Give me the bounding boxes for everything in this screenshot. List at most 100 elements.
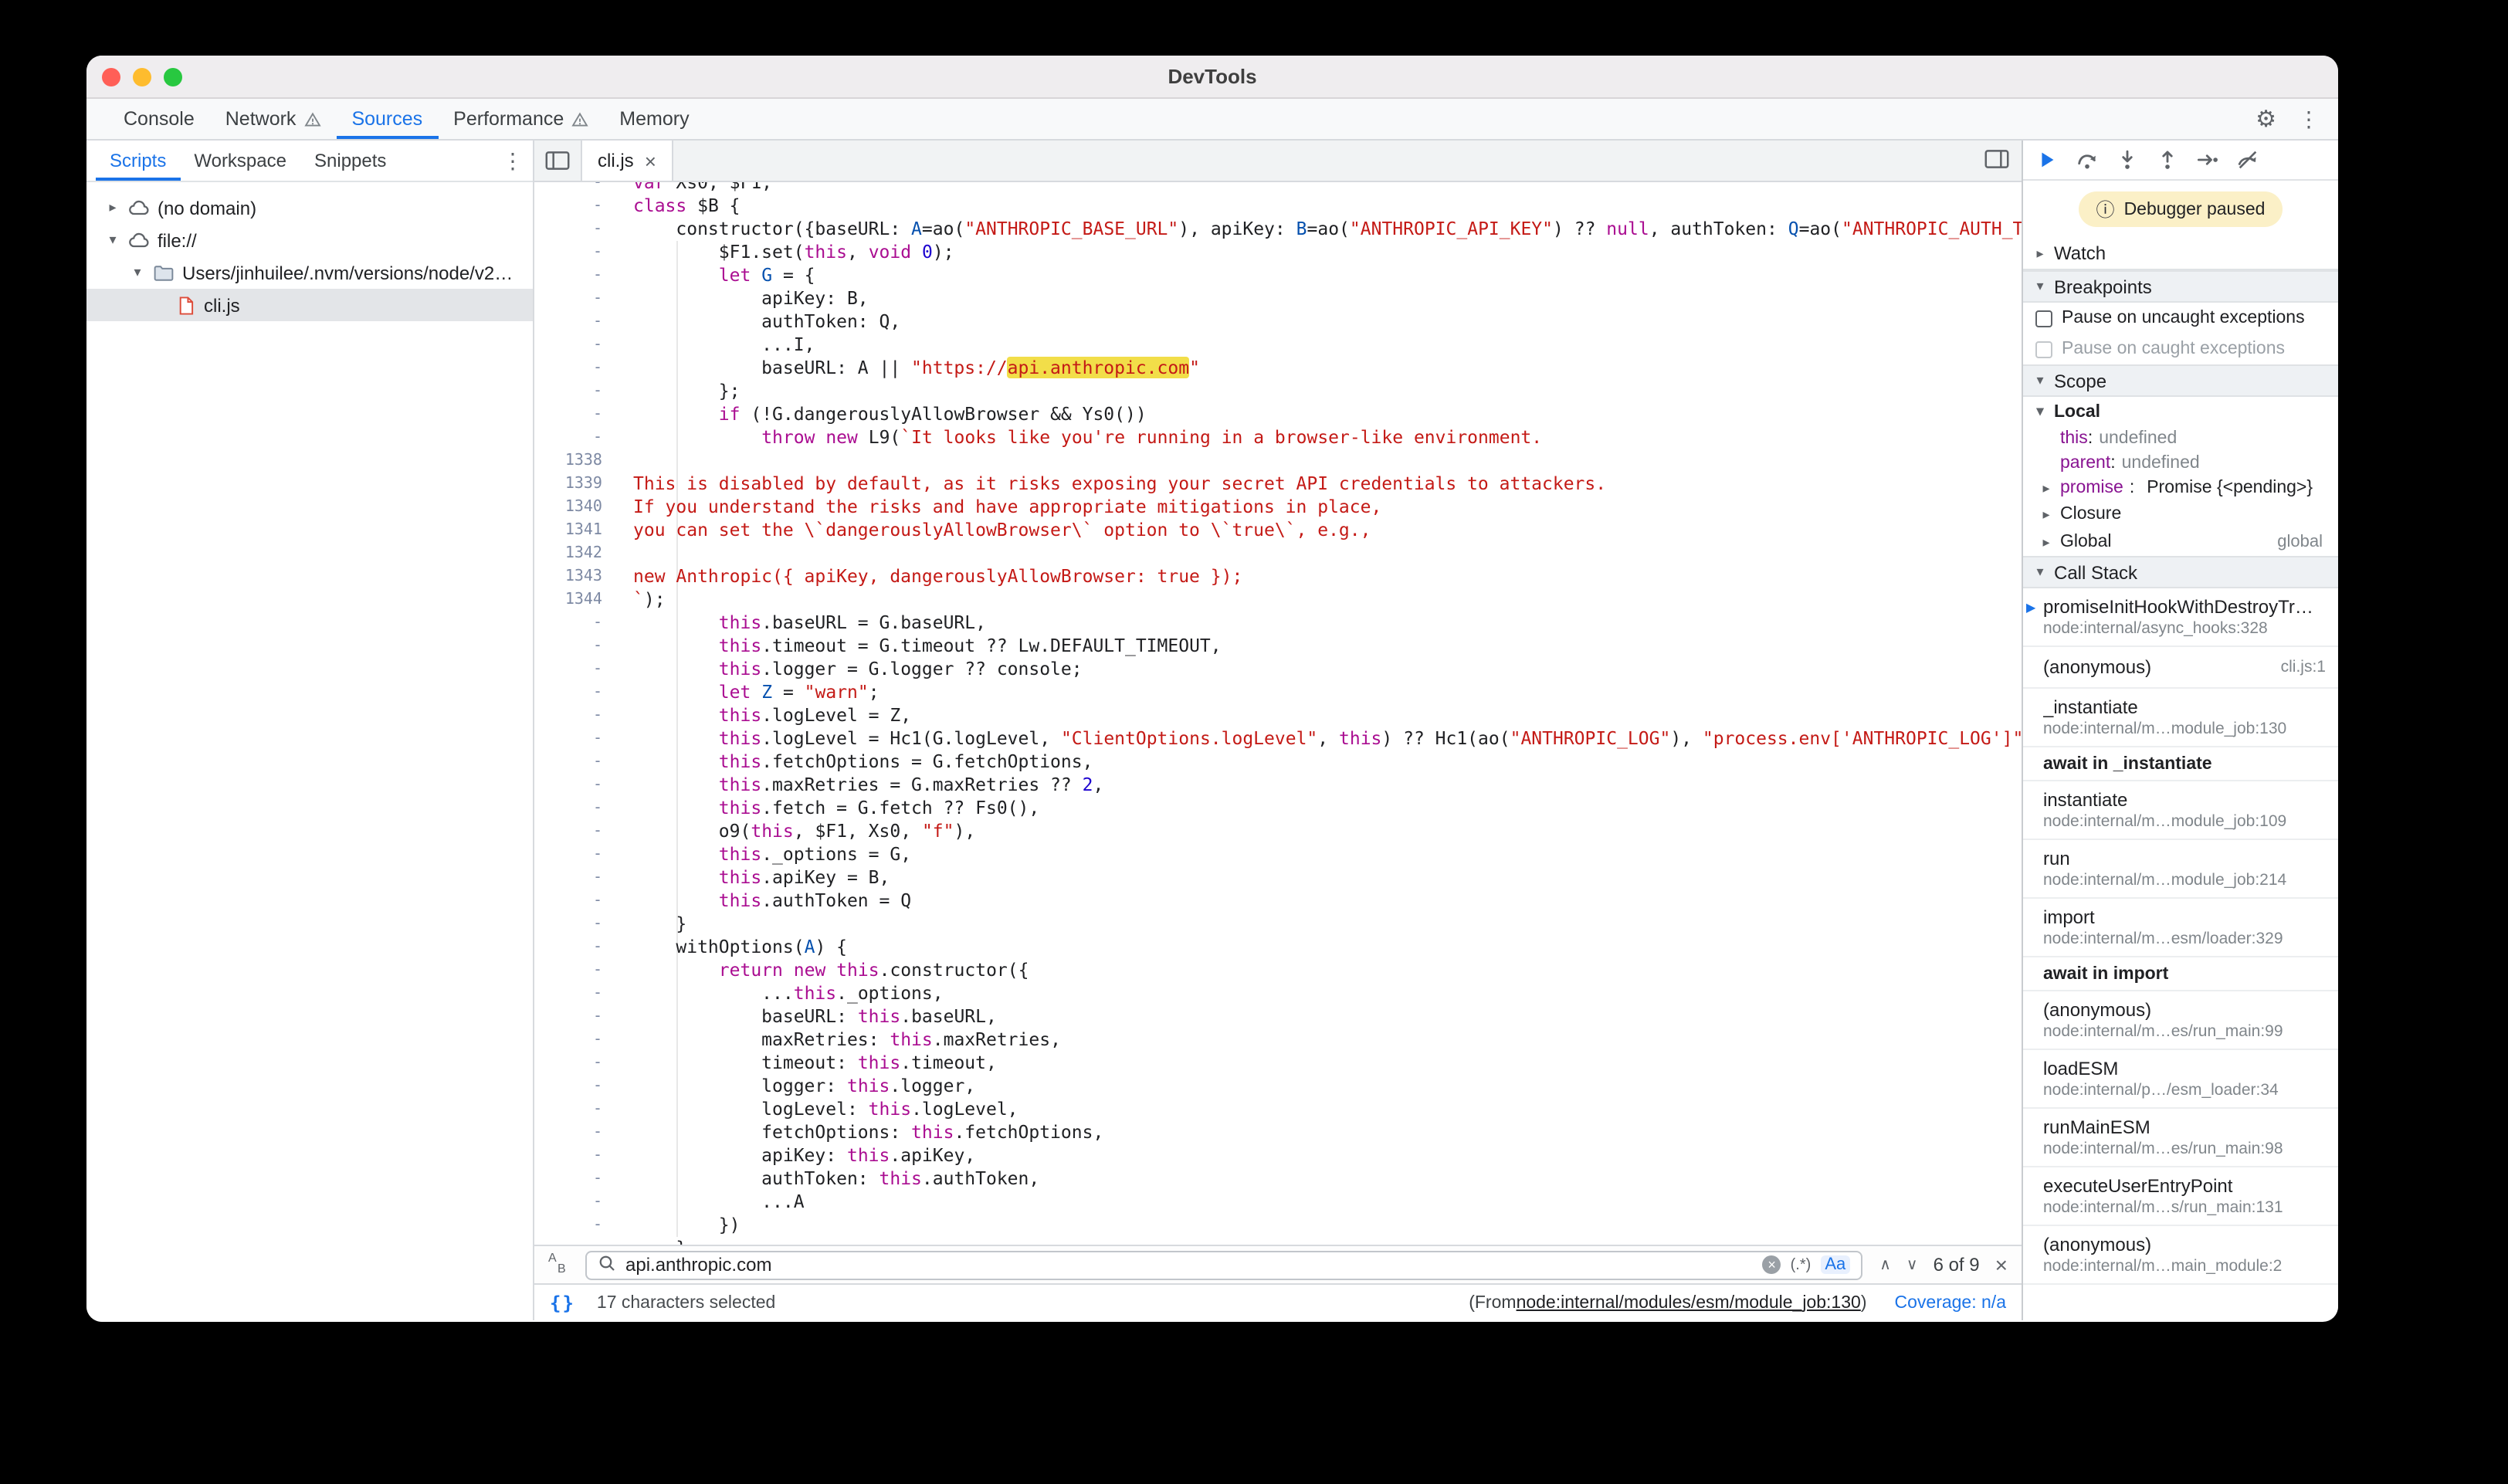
regex-toggle[interactable]: (.*) [1791, 1256, 1812, 1273]
scope-entry-parent[interactable]: parent: undefined [2023, 451, 2338, 476]
call-stack-frame[interactable]: (anonymous)cli.js:1 [2023, 647, 2338, 689]
code-text[interactable]: this.logLevel = Z, [602, 704, 911, 727]
tree-item-folder[interactable]: ▾ Users/jinhuilee/.nvm/versions/node/v2… [86, 256, 533, 289]
scope-entry-this[interactable]: this: undefined [2023, 426, 2338, 451]
code-text[interactable]: authToken: Q, [602, 310, 900, 334]
step-icon[interactable] [2196, 148, 2219, 171]
pause-on-caught-row[interactable]: Pause on caught exceptions [2023, 334, 2338, 364]
tab-snippets[interactable]: Snippets [300, 141, 400, 181]
code-text[interactable] [602, 542, 633, 565]
coverage-link[interactable]: Coverage: n/a [1895, 1293, 2007, 1312]
code-text[interactable]: throw new L9(`It looks like you're runni… [602, 426, 1542, 449]
checkbox-caught[interactable] [2035, 341, 2052, 357]
code-text[interactable]: this.maxRetries = G.maxRetries ?? 2, [602, 774, 1103, 797]
code-text[interactable]: if (!G.dangerouslyAllowBrowser && Ys0()) [602, 403, 1147, 426]
line-number[interactable]: - [534, 380, 602, 403]
breakpoints-section-header[interactable]: ▾ Breakpoints [2023, 270, 2338, 303]
line-number[interactable]: - [534, 820, 602, 843]
code-text[interactable]: logLevel: this.logLevel, [602, 1098, 1018, 1121]
pause-on-uncaught-row[interactable]: Pause on uncaught exceptions [2023, 303, 2338, 334]
line-number[interactable]: 1341 [534, 519, 602, 542]
line-number[interactable]: - [534, 797, 602, 820]
code-text[interactable]: If you understand the risks and have app… [602, 496, 1381, 519]
tab-console[interactable]: Console [108, 99, 210, 139]
call-stack-frame[interactable]: _instantiatenode:internal/m…module_job:1… [2023, 689, 2338, 747]
code-text[interactable]: `); [602, 588, 666, 612]
code-text[interactable]: new Anthropic({ apiKey, dangerouslyAllow… [602, 565, 1242, 588]
scope-section-header[interactable]: ▾ Scope [2023, 364, 2338, 397]
line-number[interactable]: - [534, 357, 602, 380]
line-number[interactable]: - [534, 1028, 602, 1052]
line-number[interactable]: - [534, 889, 602, 913]
close-search-icon[interactable]: × [1995, 1252, 2008, 1277]
tab-sources[interactable]: Sources [336, 99, 438, 139]
checkbox-uncaught[interactable] [2035, 310, 2052, 327]
call-stack-frame[interactable]: ▶promiseInitHookWithDestroyTr…node:inter… [2023, 588, 2338, 647]
search-input[interactable] [625, 1254, 1754, 1276]
line-number[interactable]: - [534, 334, 602, 357]
close-tab-icon[interactable]: × [645, 149, 656, 172]
deactivate-breakpoints-icon[interactable] [2236, 148, 2259, 171]
watch-section-header[interactable]: ▸ Watch [2023, 238, 2338, 270]
code-text[interactable]: this.authToken = Q [602, 889, 911, 913]
tree-item-no-domain[interactable]: ▸ (no domain) [86, 191, 533, 224]
code-text[interactable]: this.fetchOptions = G.fetchOptions, [602, 750, 1093, 774]
scope-local-header[interactable]: ▾ Local [2023, 397, 2338, 426]
call-stack-frame[interactable]: loadESMnode:internal/p…/esm_loader:34 [2023, 1050, 2338, 1109]
line-number[interactable]: - [534, 1075, 602, 1098]
toggle-sidebar-icon[interactable] [1984, 147, 2009, 174]
code-text[interactable]: fetchOptions: this.fetchOptions, [602, 1121, 1103, 1144]
replace-toggle-icon[interactable]: A B [548, 1252, 571, 1277]
line-number[interactable]: - [534, 959, 602, 982]
code-text[interactable]: } [602, 913, 686, 936]
call-stack-frame[interactable]: (anonymous)node:internal/m…main_module:2 [2023, 1226, 2338, 1285]
code-text[interactable]: this.logger = G.logger ?? console; [602, 658, 1083, 681]
chevron-right-icon[interactable]: ▸ [105, 199, 120, 216]
step-out-icon[interactable] [2156, 148, 2179, 171]
call-stack-section-header[interactable]: ▾ Call Stack [2023, 556, 2338, 588]
minimize-window-button[interactable] [133, 67, 151, 86]
line-number[interactable]: - [534, 241, 602, 264]
line-number[interactable]: - [534, 1191, 602, 1214]
call-stack-frame[interactable]: instantiatenode:internal/m…module_job:10… [2023, 781, 2338, 840]
code-text[interactable]: }) [602, 1214, 741, 1237]
chevron-right-icon[interactable]: ▸ [2039, 479, 2054, 496]
line-number[interactable]: 1338 [534, 449, 602, 473]
line-number[interactable]: 1343 [534, 565, 602, 588]
code-text[interactable]: this.apiKey = B, [602, 866, 890, 889]
call-stack-frame[interactable]: importnode:internal/m…esm/loader:329 [2023, 899, 2338, 957]
line-number[interactable]: - [534, 1098, 602, 1121]
call-stack-frame[interactable]: runMainESMnode:internal/m…es/run_main:98 [2023, 1109, 2338, 1167]
line-number[interactable]: - [534, 182, 602, 195]
tab-network[interactable]: Network [210, 99, 337, 139]
call-stack-frame[interactable]: (anonymous)node:internal/m…es/run_main:9… [2023, 991, 2338, 1050]
line-number[interactable]: - [534, 982, 602, 1005]
code-text[interactable]: this.baseURL = G.baseURL, [602, 612, 986, 635]
line-number[interactable]: - [534, 843, 602, 866]
code-text[interactable]: authToken: this.authToken, [602, 1167, 1039, 1191]
line-number[interactable]: 1344 [534, 588, 602, 612]
tab-performance[interactable]: Performance [438, 99, 604, 139]
code-text[interactable]: o9(this, $F1, Xs0, "f"), [602, 820, 975, 843]
tab-scripts[interactable]: Scripts [96, 141, 180, 181]
clear-search-icon[interactable]: × [1763, 1255, 1781, 1274]
code-text[interactable]: ...I, [602, 334, 815, 357]
code-text[interactable]: timeout: this.timeout, [602, 1052, 997, 1075]
line-number[interactable]: - [534, 866, 602, 889]
line-number[interactable]: - [534, 1144, 602, 1167]
navigator-menu-icon[interactable]: ⋮ [502, 147, 524, 174]
previous-match-icon[interactable]: ∧ [1879, 1256, 1891, 1273]
code-text[interactable]: maxRetries: this.maxRetries, [602, 1028, 1061, 1052]
code-text[interactable]: you can set the \`dangerouslyAllowBrowse… [602, 519, 1371, 542]
code-text[interactable]: constructor({baseURL: A=ao("ANTHROPIC_BA… [602, 218, 2022, 241]
line-number[interactable]: - [534, 1121, 602, 1144]
tree-item-file-protocol[interactable]: ▾ file:// [86, 224, 533, 256]
chevron-down-icon[interactable]: ▾ [130, 264, 145, 281]
line-number[interactable]: - [534, 774, 602, 797]
line-number[interactable]: - [534, 913, 602, 936]
scope-entry-promise[interactable]: ▸ promise: Promise {<pending>} [2023, 476, 2338, 500]
code-text[interactable]: withOptions(A) { [602, 936, 847, 959]
line-number[interactable]: - [534, 727, 602, 750]
code-text[interactable]: baseURL: this.baseURL, [602, 1005, 997, 1028]
code-text[interactable]: $F1.set(this, void 0); [602, 241, 954, 264]
